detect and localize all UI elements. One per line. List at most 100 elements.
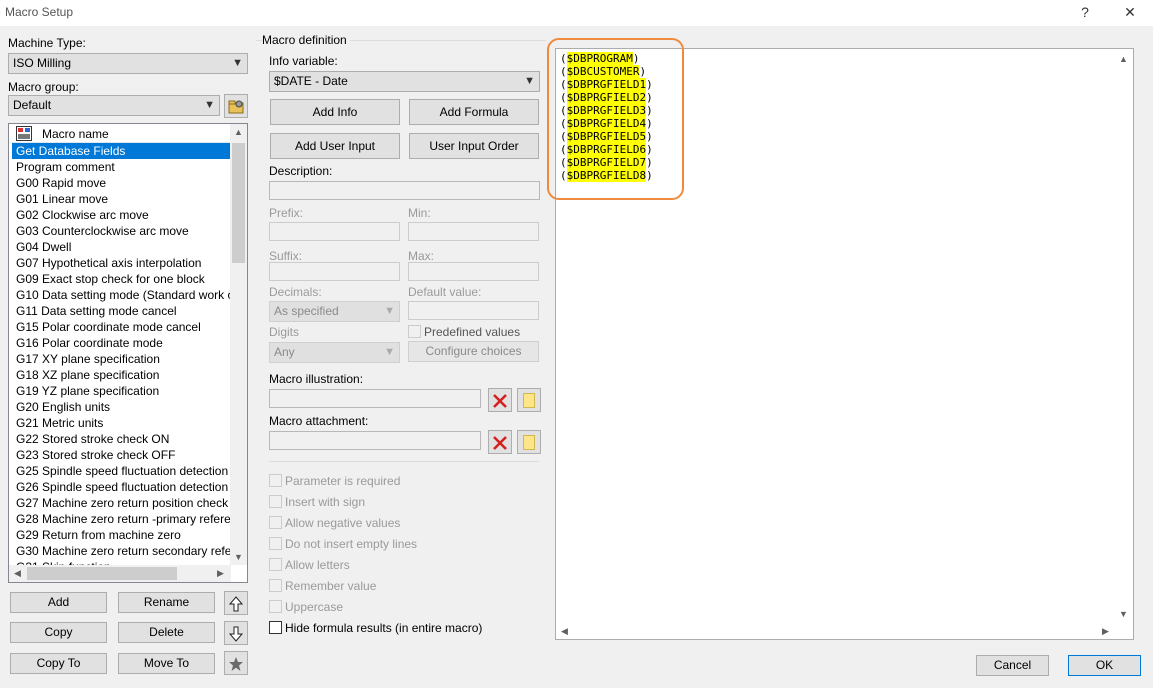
macro-list-item[interactable]: G27 Machine zero return position check (12, 495, 231, 511)
macro-list-item[interactable]: G02 Clockwise arc move (12, 207, 231, 223)
decimals-label: Decimals: (269, 285, 322, 299)
scroll-right-icon[interactable]: ▶ (1102, 626, 1109, 637)
macro-list-header[interactable]: Macro name (10, 125, 231, 143)
description-label: Description: (269, 164, 333, 178)
help-button[interactable]: ? (1065, 0, 1105, 26)
macro-list-item[interactable]: G07 Hypothetical axis interpolation (12, 255, 231, 271)
scroll-up-icon[interactable]: ▲ (234, 127, 243, 137)
digits-select[interactable]: Any ▼ (269, 342, 400, 363)
macro-illustration-input[interactable] (269, 389, 481, 408)
move-to-button[interactable]: Move To (118, 653, 215, 674)
machine-type-select[interactable]: ISO Milling ▼ (8, 53, 248, 74)
min-input[interactable] (408, 222, 539, 241)
macro-list-item[interactable]: G29 Return from machine zero (12, 527, 231, 543)
copy-button[interactable]: Copy (10, 622, 107, 643)
digits-label: Digits (269, 325, 300, 339)
machine-type-label: Machine Type: (8, 36, 86, 50)
option-label: Remember value (285, 579, 377, 593)
macro-list-item[interactable]: G30 Machine zero return secondary refere… (12, 543, 231, 559)
move-down-button[interactable] (224, 621, 248, 645)
macro-list-hscrollbar[interactable]: ◀ ▶ (9, 565, 231, 582)
info-variable-select[interactable]: $DATE - Date ▼ (269, 71, 540, 92)
prefix-input[interactable] (269, 222, 400, 241)
scroll-left-icon[interactable]: ◀ (14, 568, 21, 579)
add-user-input-button[interactable]: Add User Input (270, 133, 400, 159)
delete-button[interactable]: Delete (118, 622, 215, 643)
add-info-button[interactable]: Add Info (270, 99, 400, 125)
option-checkbox[interactable] (269, 537, 282, 550)
macro-list-item[interactable]: G26 Spindle speed fluctuation detection … (12, 479, 231, 495)
add-formula-button[interactable]: Add Formula (409, 99, 539, 125)
macro-definition-label: Macro definition (262, 33, 350, 47)
option-checkbox[interactable] (269, 579, 282, 592)
default-value-input[interactable] (408, 301, 539, 320)
macro-list[interactable]: Macro name Get Database Fields Program co… (8, 123, 248, 583)
macro-list-item[interactable]: G22 Stored stroke check ON (12, 431, 231, 447)
favorite-button[interactable] (224, 651, 248, 675)
delete-x-icon (493, 393, 507, 408)
predefined-values-checkbox[interactable] (408, 325, 421, 338)
copy-to-button[interactable]: Copy To (10, 653, 107, 674)
hide-formula-label: Hide formula results (in entire macro) (285, 621, 483, 635)
macro-list-item[interactable]: G16 Polar coordinate mode (12, 335, 231, 351)
prefix-label: Prefix: (269, 206, 304, 220)
configure-choices-button[interactable]: Configure choices (408, 341, 539, 362)
macro-list-item[interactable]: G19 YZ plane specification (12, 383, 231, 399)
cancel-button[interactable]: Cancel (976, 655, 1049, 676)
scroll-thumb[interactable] (232, 143, 245, 263)
folder-settings-button[interactable] (224, 94, 248, 118)
macro-attachment-input[interactable] (269, 431, 481, 450)
clear-attachment-button[interactable] (488, 430, 512, 454)
scroll-right-icon[interactable]: ▶ (217, 568, 224, 579)
macro-list-item[interactable]: G11 Data setting mode cancel (12, 303, 231, 319)
macro-list-item[interactable]: G15 Polar coordinate mode cancel (12, 319, 231, 335)
decimals-select[interactable]: As specified ▼ (269, 301, 400, 322)
arrow-down-icon (228, 626, 244, 642)
max-label: Max: (408, 249, 435, 263)
ok-button[interactable]: OK (1068, 655, 1141, 676)
macro-list-item[interactable]: G17 XY plane specification (12, 351, 231, 367)
macro-list-item[interactable]: G21 Metric units (12, 415, 231, 431)
move-up-button[interactable] (224, 591, 248, 615)
add-button[interactable]: Add (10, 592, 107, 613)
option-checkbox[interactable] (269, 516, 282, 529)
hscroll-thumb[interactable] (27, 567, 177, 580)
option-checkbox[interactable] (269, 600, 282, 613)
macro-list-item[interactable]: G25 Spindle speed fluctuation detection … (12, 463, 231, 479)
option-checkbox[interactable] (269, 558, 282, 571)
macro-group-select[interactable]: Default ▼ (8, 95, 220, 116)
macro-list-item[interactable]: Get Database Fields (12, 143, 231, 159)
macro-list-item[interactable]: G03 Counterclockwise arc move (12, 223, 231, 239)
suffix-input[interactable] (269, 262, 400, 281)
macro-list-vscrollbar[interactable]: ▲ ▼ (230, 124, 247, 565)
max-input[interactable] (408, 262, 539, 281)
user-input-order-button[interactable]: User Input Order (409, 133, 539, 159)
browse-illustration-button[interactable] (517, 388, 541, 412)
description-input[interactable] (269, 181, 540, 200)
macro-list-item[interactable]: G23 Stored stroke check OFF (12, 447, 231, 463)
macro-list-item[interactable]: G00 Rapid move (12, 175, 231, 191)
scroll-down-icon[interactable]: ▼ (1119, 609, 1128, 619)
macro-list-item[interactable]: G10 Data setting mode (Standard work off… (12, 287, 231, 303)
rename-button[interactable]: Rename (118, 592, 215, 613)
scroll-down-icon[interactable]: ▼ (234, 552, 243, 562)
macro-list-item[interactable]: G20 English units (12, 399, 231, 415)
option-checkbox[interactable] (269, 474, 282, 487)
scroll-left-icon[interactable]: ◀ (561, 626, 568, 637)
close-button[interactable]: ✕ (1110, 0, 1150, 26)
title-bar: Macro Setup ? ✕ (0, 0, 1153, 26)
scroll-up-icon[interactable]: ▲ (1119, 54, 1128, 64)
macro-list-item[interactable]: G04 Dwell (12, 239, 231, 255)
browse-attachment-button[interactable] (517, 430, 541, 454)
delete-x-icon (493, 435, 507, 450)
option-checkbox[interactable] (269, 495, 282, 508)
clear-illustration-button[interactable] (488, 388, 512, 412)
macro-list-item[interactable]: G09 Exact stop check for one block (12, 271, 231, 287)
chevron-down-icon: ▼ (232, 57, 243, 69)
macro-list-header-label: Macro name (42, 127, 109, 141)
macro-list-item[interactable]: G18 XZ plane specification (12, 367, 231, 383)
macro-list-item[interactable]: Program comment (12, 159, 231, 175)
hide-formula-checkbox[interactable] (269, 621, 282, 634)
macro-list-item[interactable]: G01 Linear move (12, 191, 231, 207)
macro-list-item[interactable]: G28 Machine zero return -primary referen… (12, 511, 231, 527)
